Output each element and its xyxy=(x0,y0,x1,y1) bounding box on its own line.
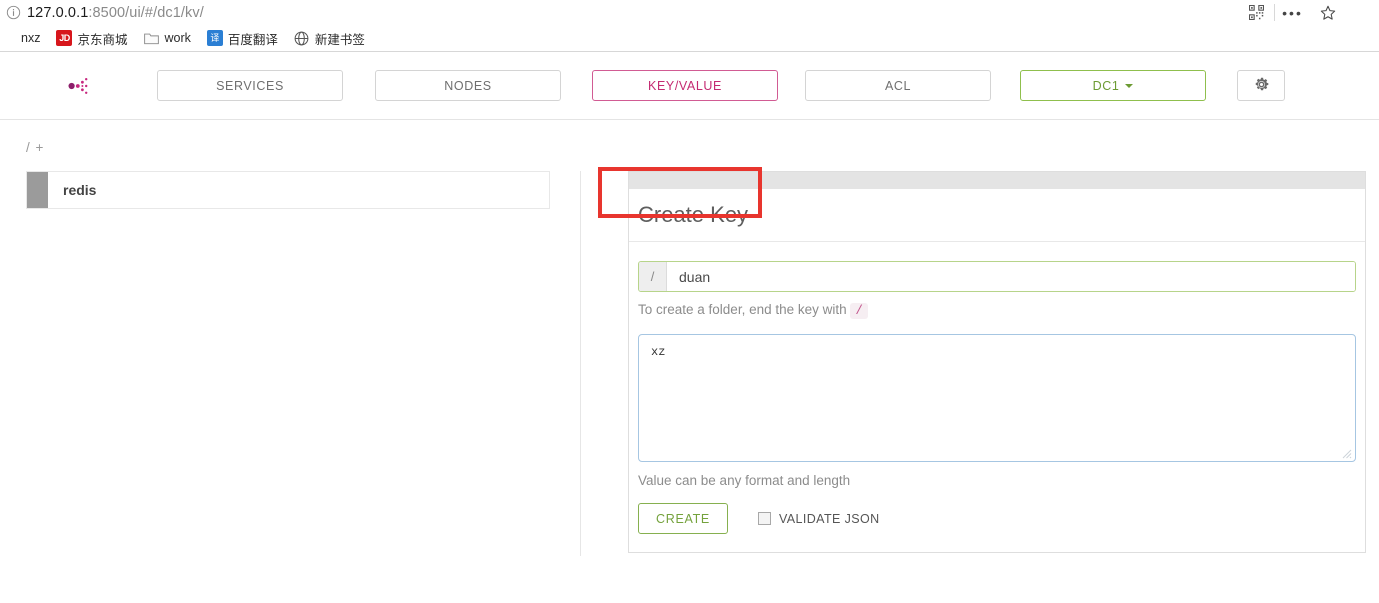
nav-tab-services[interactable]: SERVICES xyxy=(157,70,343,101)
translate-icon: 译 xyxy=(206,30,223,46)
bookmark-item[interactable]: JD 京东商城 xyxy=(48,27,135,49)
list-item-accent-bar xyxy=(27,172,48,208)
bookmark-label: nxz xyxy=(21,31,41,45)
value-textarea[interactable] xyxy=(638,334,1356,462)
key-hint-code: / xyxy=(850,303,868,319)
browser-toolbar-actions: ••• xyxy=(1239,0,1345,25)
bookmark-item[interactable]: nxz xyxy=(0,27,48,49)
consul-app: SERVICES NODES KEY/VALUE ACL DC1 / + red… xyxy=(0,52,1379,603)
key-input-group[interactable]: / xyxy=(638,261,1356,292)
panel-top-strip xyxy=(628,171,1366,189)
settings-button[interactable] xyxy=(1237,70,1285,101)
value-area xyxy=(638,334,1356,462)
nav-tab-key-value-label: KEY/VALUE xyxy=(648,78,722,93)
create-key-actions: CREATE VALIDATE JSON xyxy=(638,503,1356,552)
bookmark-label: work xyxy=(164,31,191,45)
key-input[interactable] xyxy=(667,262,1355,291)
create-key-column: Create Key / To create a folder, end the… xyxy=(581,171,1379,556)
nav-tab-services-label: SERVICES xyxy=(216,78,284,93)
generic-icon xyxy=(0,30,16,46)
nav-tab-acl-label: ACL xyxy=(884,78,912,93)
browser-url-bar[interactable]: 127.0.0.1:8500/ui/#/dc1/kv/ ••• xyxy=(0,0,1379,25)
create-key-form: / To create a folder, end the key with / xyxy=(629,242,1365,552)
bookmark-item[interactable]: work xyxy=(135,27,198,49)
bookmark-star-icon[interactable] xyxy=(1310,0,1345,25)
url-path: :8500/ui/#/dc1/kv/ xyxy=(88,4,204,21)
datacenter-label: DC1 xyxy=(1092,78,1120,93)
list-item-label: redis xyxy=(63,182,97,198)
nav-tab-nodes-label: NODES xyxy=(444,78,492,93)
globe-icon xyxy=(294,30,310,46)
create-button[interactable]: CREATE xyxy=(638,503,728,534)
create-key-panel: Create Key / To create a folder, end the… xyxy=(628,189,1366,553)
more-options-glyph: ••• xyxy=(1282,4,1303,21)
value-hint: Value can be any format and length xyxy=(638,473,851,488)
jd-icon: JD xyxy=(56,30,73,46)
breadcrumb[interactable]: / + xyxy=(0,120,1379,155)
key-hint: To create a folder, end the key with / xyxy=(638,302,1356,319)
nav-tab-acl[interactable]: ACL xyxy=(805,70,991,101)
info-circle-icon[interactable] xyxy=(3,3,23,23)
create-key-header: Create Key xyxy=(629,189,1365,242)
qr-code-icon[interactable] xyxy=(1239,0,1274,25)
validate-json-checkbox[interactable] xyxy=(757,512,771,525)
bookmark-label: 百度翻译 xyxy=(227,32,278,47)
bookmark-label: 新建书签 xyxy=(314,32,365,47)
nav-tab-key-value[interactable]: KEY/VALUE xyxy=(592,70,778,101)
key-prefix-addon: / xyxy=(639,262,667,291)
list-item[interactable]: redis xyxy=(26,171,550,209)
kv-columns: redis Create Key / To cre xyxy=(0,171,1379,556)
app-navbar: SERVICES NODES KEY/VALUE ACL DC1 xyxy=(0,52,1379,120)
bookmark-item[interactable]: 译 百度翻译 xyxy=(199,27,286,49)
datacenter-selector[interactable]: DC1 xyxy=(1020,70,1206,101)
url-host: 127.0.0.1 xyxy=(27,4,89,21)
bookmark-item[interactable]: 新建书签 xyxy=(286,27,373,49)
nav-tab-nodes[interactable]: NODES xyxy=(375,70,561,101)
url-text[interactable]: 127.0.0.1:8500/ui/#/dc1/kv/ xyxy=(27,5,204,21)
chevron-down-icon xyxy=(1125,83,1134,88)
app-content: / + redis Create Key / duan To create a … xyxy=(0,120,1379,603)
validate-json-toggle[interactable]: VALIDATE JSON xyxy=(757,511,880,526)
validate-json-label: VALIDATE JSON xyxy=(778,511,880,526)
kv-list-panel: redis xyxy=(0,171,581,556)
gear-icon xyxy=(1253,76,1270,96)
more-options-icon[interactable]: ••• xyxy=(1275,0,1310,25)
bookmark-label: 京东商城 xyxy=(77,32,128,47)
page-title: Create Key xyxy=(638,202,749,227)
consul-logo-icon[interactable] xyxy=(52,66,94,106)
folder-icon xyxy=(143,30,159,46)
browser-chrome: 127.0.0.1:8500/ui/#/dc1/kv/ ••• nxz JD 京… xyxy=(0,0,1379,52)
bookmarks-bar: nxz JD 京东商城 work 译 百度翻译 新建书签 xyxy=(0,25,1379,52)
key-hint-text: To create a folder, end the key with xyxy=(638,302,847,317)
